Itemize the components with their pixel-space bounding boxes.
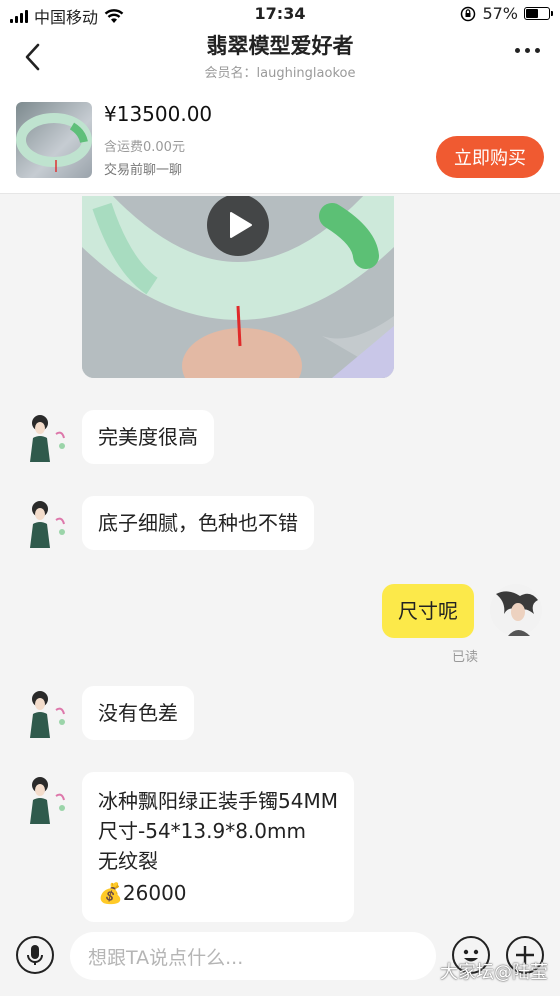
seller-avatar[interactable] xyxy=(20,498,72,550)
my-avatar[interactable] xyxy=(490,584,542,636)
page-title: 翡翠模型爱好者 xyxy=(206,34,354,58)
chat-before-trade-note: 交易前聊一聊 xyxy=(104,163,183,178)
seller-avatar[interactable] xyxy=(20,412,72,464)
message-bubble: 完美度很高 xyxy=(82,410,214,464)
member-name: 会员名：laughinglaokoe xyxy=(204,66,356,81)
message-bubble: 底子细腻，色种也不错 xyxy=(82,496,314,550)
buy-now-button[interactable]: 立即购买 xyxy=(436,136,544,178)
orientation-lock-icon xyxy=(461,6,476,21)
message-input[interactable]: 想跟TA说点什么... xyxy=(70,932,436,980)
message-bubble-multiline: 冰种飘阳绿正装手镯54MM 尺寸-54*13.9*8.0mm 无纹裂 💰2600… xyxy=(82,772,354,922)
message-bubble: 没有色差 xyxy=(82,686,194,740)
play-icon xyxy=(230,212,252,238)
product-price: ¥13500.00 xyxy=(104,102,213,126)
message-line: 💰26000 xyxy=(98,881,187,905)
input-bar: 想跟TA说点什么... 大家坛@陆莹 xyxy=(0,922,560,996)
product-card[interactable]: ¥13500.00 含运费0.00元 交易前聊一聊 立即购买 xyxy=(0,88,560,194)
message-line: 尺寸-54*13.9*8.0mm xyxy=(98,819,306,843)
play-button[interactable] xyxy=(207,196,269,256)
status-bar: 中国移动 17:34 57% xyxy=(0,0,560,28)
shipping-fee: 含运费0.00元 xyxy=(104,140,185,155)
battery-percent: 57% xyxy=(482,4,518,23)
battery-icon xyxy=(524,7,553,20)
seller-avatar[interactable] xyxy=(20,688,72,740)
message-line: 无纹裂 xyxy=(98,849,158,873)
more-options-icon[interactable] xyxy=(515,48,540,53)
video-message[interactable] xyxy=(82,196,394,378)
watermark: 大家坛@陆莹 xyxy=(440,962,548,983)
product-thumbnail[interactable] xyxy=(16,102,92,178)
message-line: 冰种飘阳绿正装手镯54MM xyxy=(98,789,338,813)
my-message-bubble: 尺寸呢 xyxy=(382,584,474,638)
microphone-icon xyxy=(27,945,43,965)
read-status: 已读 xyxy=(452,650,479,665)
seller-avatar[interactable] xyxy=(20,774,72,826)
voice-input-button[interactable] xyxy=(16,936,54,974)
chat-header: 翡翠模型爱好者 会员名：laughinglaokoe xyxy=(0,28,560,88)
status-right: 57% xyxy=(460,4,553,23)
